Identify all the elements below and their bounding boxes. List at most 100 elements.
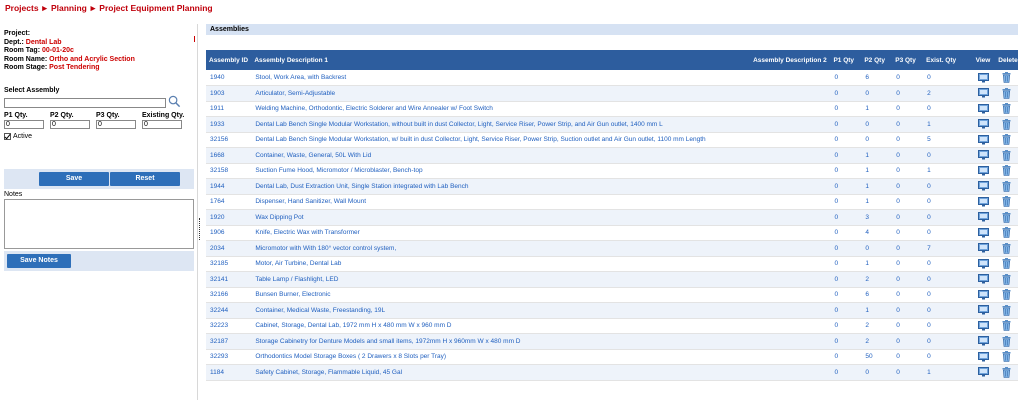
trash-icon[interactable] (1002, 227, 1011, 239)
assembly-id-link[interactable]: 1933 (210, 121, 224, 128)
assembly-id-link[interactable]: 32244 (210, 307, 228, 314)
monitor-icon[interactable] (978, 351, 990, 362)
assembly-id-link[interactable]: 32187 (210, 338, 228, 345)
col-exist-qty[interactable]: Exist. Qty (923, 50, 973, 70)
trash-icon[interactable] (1002, 180, 1011, 192)
assembly-id-link[interactable]: 2034 (210, 245, 224, 252)
assembly-description-1[interactable]: Safety Cabinet, Storage, Flammable Liqui… (255, 369, 402, 376)
assembly-id-link[interactable]: 1668 (210, 152, 224, 159)
assembly-description-1[interactable]: Cabinet, Storage, Dental Lab, 1972 mm H … (255, 322, 451, 329)
assembly-description-1[interactable]: Articulator, Semi-Adjustable (255, 90, 335, 97)
assembly-description-1[interactable]: Dispenser, Hand Sanitizer, Wall Mount (255, 198, 366, 205)
notes-textarea[interactable] (4, 199, 194, 249)
assembly-description-1[interactable]: Wax Dipping Pot (255, 214, 303, 221)
assembly-description-1[interactable]: Dental Lab Bench Single Modular Workstat… (255, 136, 705, 143)
save-button[interactable]: Save (39, 172, 109, 186)
monitor-icon[interactable] (978, 336, 990, 346)
assembly-description-1[interactable]: Dental Lab Bench Single Modular Workstat… (255, 121, 662, 128)
active-checkbox[interactable] (4, 132, 11, 140)
p1-qty-input[interactable] (4, 119, 44, 129)
assembly-id-link[interactable]: 32293 (210, 353, 228, 360)
monitor-icon[interactable] (978, 150, 990, 160)
assembly-id-link[interactable]: 1944 (210, 183, 224, 190)
assembly-id-link[interactable]: 32158 (210, 167, 228, 174)
assembly-search-input[interactable] (4, 97, 166, 108)
monitor-icon[interactable] (978, 72, 990, 83)
col-p3-qty[interactable]: P3 Qty (892, 50, 924, 70)
assembly-description-1[interactable]: Stool, Work Area, with Backrest (255, 74, 346, 81)
assembly-description-1[interactable]: Bunsen Burner, Electronic (255, 291, 330, 298)
assembly-description-1[interactable]: Suction Fume Hood, Micromotor / Microbla… (255, 167, 422, 174)
col-p2-qty[interactable]: P2 Qty (861, 50, 893, 70)
assembly-description-1[interactable]: Storage Cabinetry for Denture Models and… (255, 338, 520, 345)
assembly-id-link[interactable]: 1184 (210, 369, 224, 376)
monitor-icon[interactable] (978, 258, 990, 269)
monitor-icon[interactable] (978, 134, 990, 145)
assembly-description-1[interactable]: Orthodontics Model Storage Boxes ( 2 Dra… (255, 353, 446, 360)
col-p1-qty[interactable]: P1 Qty (830, 50, 862, 70)
monitor-icon[interactable] (978, 212, 990, 222)
trash-icon[interactable] (1002, 103, 1011, 115)
monitor-icon[interactable] (978, 305, 990, 315)
trash-icon[interactable] (1002, 351, 1011, 363)
monitor-icon[interactable] (978, 88, 990, 98)
p3-qty-input[interactable] (96, 119, 136, 129)
assembly-description-1[interactable]: Container, Waste, General, 50L With Lid (255, 152, 371, 159)
trash-icon[interactable] (1002, 165, 1011, 177)
magnifier-icon[interactable] (168, 95, 181, 108)
assembly-id-link[interactable]: 32141 (210, 276, 228, 283)
trash-icon[interactable] (1002, 289, 1011, 301)
trash-icon[interactable] (1002, 304, 1011, 316)
save-notes-button[interactable]: Save Notes (7, 254, 71, 268)
trash-icon[interactable] (1002, 258, 1011, 270)
assembly-description-1[interactable]: Welding Machine, Orthodontic, Electric S… (255, 105, 493, 112)
monitor-icon[interactable] (978, 196, 990, 207)
trash-icon[interactable] (1002, 72, 1011, 83)
monitor-icon[interactable] (978, 243, 990, 253)
assembly-description-1[interactable]: Micromotor with With 180° vector control… (255, 245, 396, 252)
monitor-icon[interactable] (978, 181, 990, 191)
monitor-icon[interactable] (978, 119, 990, 129)
trash-icon[interactable] (1002, 87, 1011, 99)
trash-icon[interactable] (1002, 273, 1011, 285)
assembly-id-link[interactable]: 32166 (210, 291, 228, 298)
breadcrumb-projects[interactable]: Projects (5, 3, 39, 13)
p2-qty-input[interactable] (50, 119, 90, 129)
trash-icon[interactable] (1002, 366, 1011, 378)
trash-icon[interactable] (1002, 335, 1011, 347)
monitor-icon[interactable] (978, 367, 990, 377)
assembly-description-1[interactable]: Knife, Electric Wax with Transformer (255, 229, 360, 236)
trash-icon[interactable] (1002, 134, 1011, 146)
reset-button[interactable]: Reset (110, 172, 180, 186)
assembly-id-link[interactable]: 32156 (210, 136, 228, 143)
trash-icon[interactable] (1002, 320, 1011, 332)
trash-icon[interactable] (1002, 196, 1011, 208)
assembly-description-1[interactable]: Motor, Air Turbine, Dental Lab (255, 260, 341, 267)
assembly-id-link[interactable]: 1911 (210, 105, 224, 112)
monitor-icon[interactable] (978, 289, 990, 300)
breadcrumb-planning[interactable]: Planning (51, 3, 87, 13)
monitor-icon[interactable] (978, 103, 990, 114)
trash-icon[interactable] (1002, 211, 1011, 223)
assembly-id-link[interactable]: 1906 (210, 229, 224, 236)
assembly-id-link[interactable]: 32185 (210, 260, 228, 267)
col-description-2[interactable]: Assembly Description 2 (750, 50, 831, 70)
assembly-id-link[interactable]: 1903 (210, 90, 224, 97)
assembly-description-1[interactable]: Table Lamp / Flashlight, LED (255, 276, 338, 283)
assembly-description-1[interactable]: Dental Lab, Dust Extraction Unit, Single… (255, 183, 468, 190)
assembly-id-link[interactable]: 1764 (210, 198, 224, 205)
monitor-icon[interactable] (978, 274, 990, 284)
assembly-id-link[interactable]: 32223 (210, 322, 228, 329)
assembly-description-1[interactable]: Container, Medical Waste, Freestanding, … (255, 307, 385, 314)
col-assembly-id[interactable]: Assembly ID (206, 50, 252, 70)
assembly-id-link[interactable]: 1940 (210, 74, 224, 81)
monitor-icon[interactable] (978, 165, 990, 176)
existing-qty-input[interactable] (142, 119, 182, 129)
trash-icon[interactable] (1002, 242, 1011, 254)
splitter-handle[interactable] (199, 218, 200, 240)
trash-icon[interactable] (1002, 149, 1011, 161)
monitor-icon[interactable] (978, 227, 990, 238)
monitor-icon[interactable] (978, 320, 990, 331)
assembly-id-link[interactable]: 1920 (210, 214, 224, 221)
trash-icon[interactable] (1002, 118, 1011, 130)
